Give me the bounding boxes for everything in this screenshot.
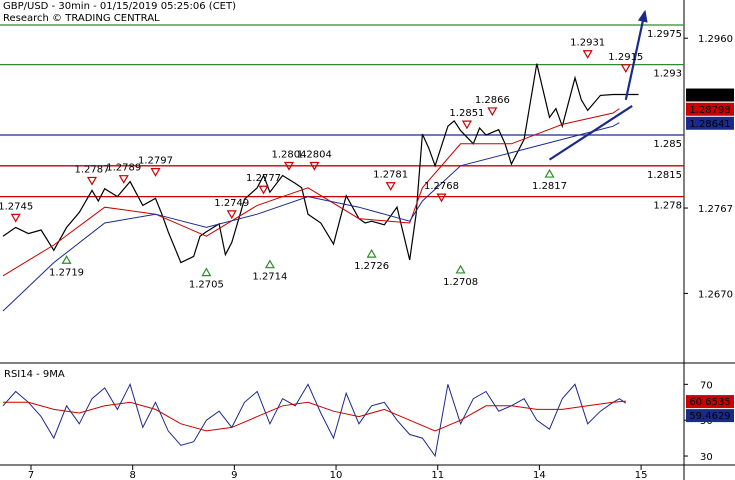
- pivot-high-label-6: 1.2749: [214, 198, 249, 209]
- pivot-low-marker-1: [61, 255, 72, 264]
- time-tick-label-3: 10: [330, 470, 343, 480]
- pivot-low-label-8: 1.2714: [252, 272, 287, 283]
- pivot-high-label-13: 1.2768: [424, 181, 459, 192]
- pivot-low-marker-14: [455, 264, 466, 274]
- pivot-low-marker-8: [264, 259, 275, 269]
- pivot-high-marker-12: [385, 182, 396, 191]
- time-tick-label-6: 15: [635, 470, 648, 480]
- rsi-tick-label-2: 30: [700, 452, 713, 463]
- rsi-tick-label-0: 70: [700, 380, 713, 391]
- level-label-3: 1.2815: [647, 170, 682, 181]
- level-label-4: 1.278: [653, 201, 682, 212]
- pivot-high-marker-16: [487, 107, 498, 117]
- pivot-low-label-17: 1.2817: [532, 181, 567, 192]
- chart-canvas: 1.2975 1.293 1.285 1.2815 1.278 1.2745 1.2719…: [0, 0, 735, 480]
- time-tick-label-4: 11: [431, 470, 444, 480]
- pivot-low-label-5: 1.2705: [189, 280, 224, 291]
- pivot-high-marker-0: [10, 213, 21, 223]
- level-lines: 1.2975 1.293 1.285 1.2815 1.278: [0, 24, 684, 212]
- time-tick-label-1: 8: [129, 470, 135, 480]
- rsi-series-rsi_ma: [3, 400, 626, 432]
- rsi-series-rsi: [2, 382, 627, 458]
- trendline-support: [548, 105, 633, 161]
- pivot-high-marker-19: [620, 64, 631, 74]
- pivot-high-marker-3: [118, 175, 129, 184]
- level-label-0: 1.2975: [647, 29, 682, 40]
- pivot-high-label-16: 1.2866: [475, 95, 510, 106]
- series-price: [2, 63, 639, 264]
- level-label-2: 1.285: [653, 139, 682, 150]
- rsi-value-label-rsi: 59.4629: [689, 411, 730, 422]
- level-label-1: 1.293: [653, 69, 682, 80]
- pivot-high-label-19: 1.2915: [608, 52, 643, 63]
- pivot-high-label-18: 1.2931: [570, 38, 605, 49]
- pivot-high-label-15: 1.2851: [449, 108, 484, 119]
- pivot-low-label-1: 1.2719: [49, 267, 84, 278]
- time-tick-label-0: 7: [28, 470, 34, 480]
- pivot-high-label-4: 1.2797: [138, 156, 173, 167]
- pivot-high-label-10: 1.2804: [297, 149, 332, 160]
- current-value-label-ma_fast: 1.28798: [689, 105, 730, 116]
- pivot-low-marker-17: [544, 168, 555, 178]
- time-tick-label-2: 9: [231, 470, 237, 480]
- price-tick-label-0: 1.2960: [698, 34, 733, 45]
- series-ma_fast: [2, 108, 620, 277]
- time-tick-label-5: 14: [533, 470, 546, 480]
- pivot-low-marker-11: [366, 248, 377, 258]
- pivot-high-label-0: 1.2745: [0, 201, 33, 212]
- pivot-low-label-11: 1.2726: [354, 261, 389, 272]
- pivot-low-label-14: 1.2708: [443, 277, 478, 288]
- pivot-high-label-2: 1.2787: [74, 164, 109, 175]
- pivot-high-label-7: 1.2777: [246, 173, 281, 184]
- trend-lines: [548, 9, 648, 161]
- rsi-title: RSI14 - 9MA: [4, 369, 65, 380]
- pivot-high-marker-4: [150, 168, 161, 177]
- projection-arrowhead: [637, 9, 648, 23]
- current-value-label-price: 1.2896: [693, 91, 728, 102]
- axes: 1.2960 1.2767 1.2670 1.2896 1.28798 1.28641 7 8…: [28, 34, 734, 480]
- rsi-panel: RSI14 - 9MA70503060.653559.4629: [2, 369, 734, 463]
- pivot-high-marker-18: [582, 50, 593, 59]
- pivot-high-marker-6: [226, 210, 237, 220]
- price-tick-label-1: 1.2767: [698, 204, 733, 215]
- pivot-high-label-3: 1.2789: [106, 163, 141, 174]
- price-tick-label-2: 1.2670: [698, 289, 733, 300]
- pivot-high-marker-15: [461, 120, 472, 130]
- current-value-label-ma_slow: 1.28641: [689, 119, 730, 130]
- pivot-high-label-12: 1.2781: [373, 170, 408, 181]
- pivot-high-marker-13: [436, 193, 447, 203]
- pivot-high-marker-7: [258, 185, 269, 195]
- chart-frame: [0, 0, 735, 480]
- pivot-high-marker-2: [86, 176, 98, 186]
- pivot-low-marker-5: [201, 267, 212, 277]
- rsi-value-label-rsi_ma: 60.6535: [689, 397, 730, 408]
- pivot-markers: 1.2745 1.2719 1.27871.27891.2797 1.2705 1.27…: [0, 38, 643, 291]
